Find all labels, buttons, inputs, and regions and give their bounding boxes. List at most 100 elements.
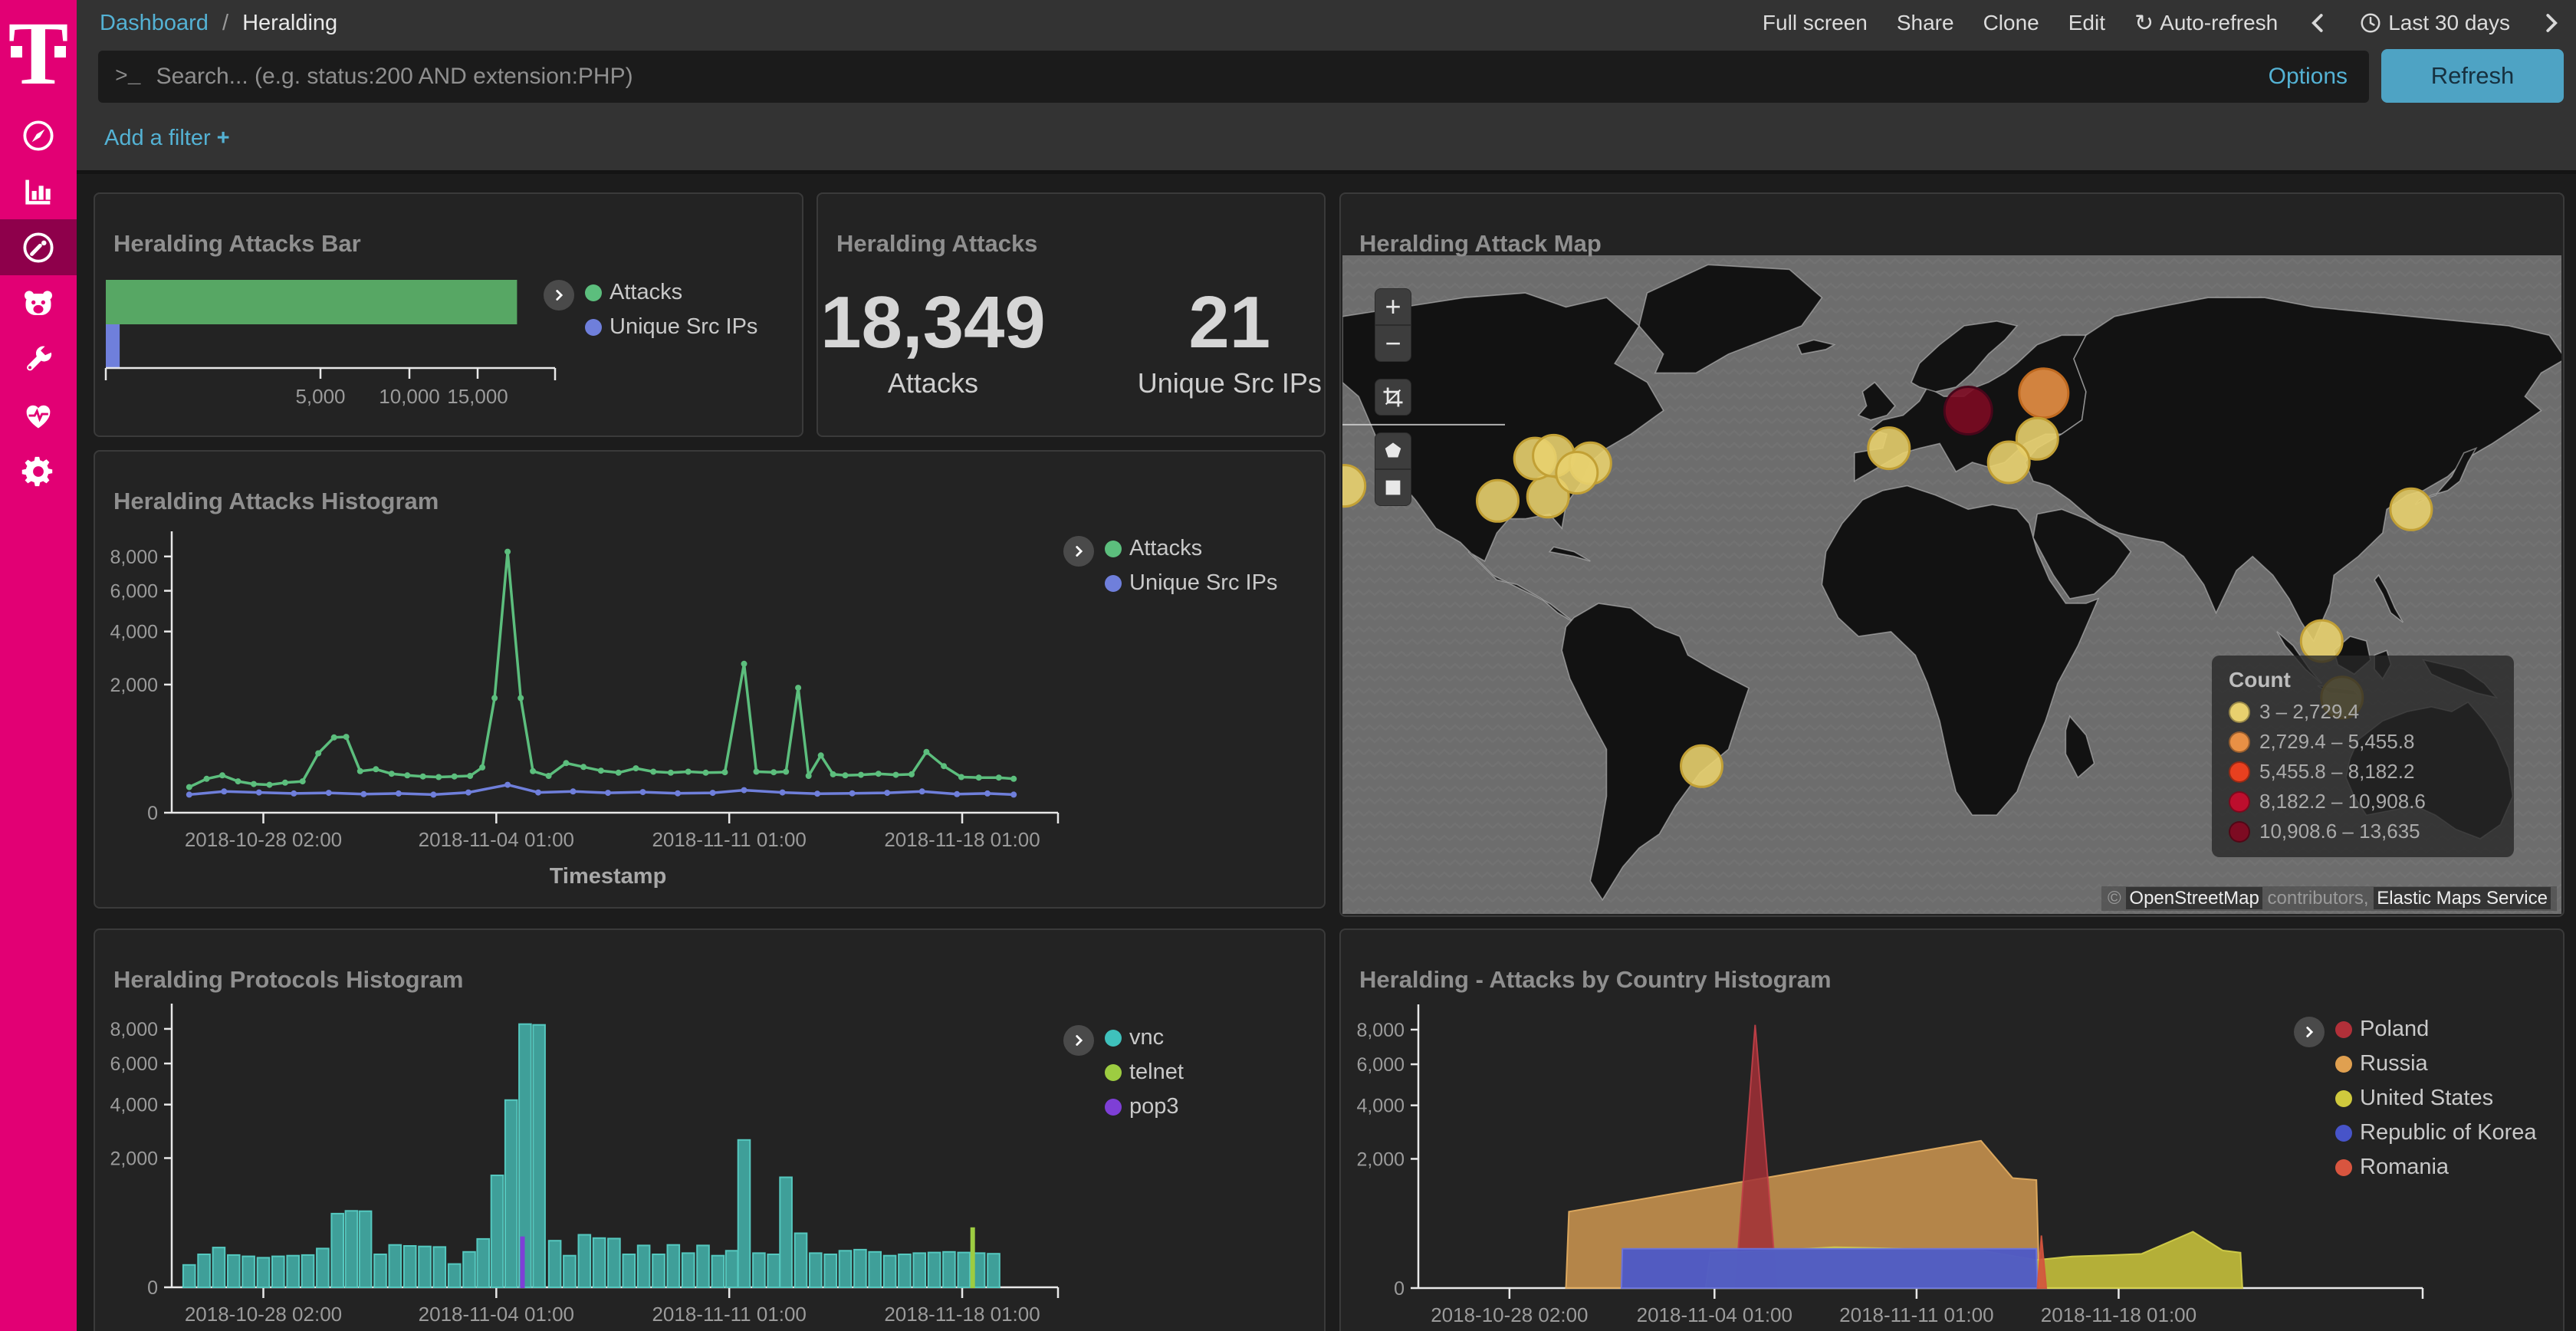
full-screen-button[interactable]: Full screen [1763, 11, 1868, 35]
legend-item-pop3[interactable]: pop3 [1105, 1094, 1184, 1119]
legend-color-dot [2335, 1159, 2352, 1176]
legend-item-attacks[interactable]: Attacks [1105, 536, 1277, 561]
auto-refresh-button[interactable]: ↻Auto-refresh [2134, 10, 2278, 37]
breadcrumb-dashboard-link[interactable]: Dashboard [100, 11, 209, 35]
add-filter-link[interactable]: Add a filter+ [104, 126, 230, 151]
metric-attacks: 18,349Attacks [820, 286, 1046, 399]
map-legend-item: 5,455.8 – 8,182.2 [2229, 760, 2497, 784]
search-options-link[interactable]: Options [2269, 64, 2348, 90]
legend-toggle-chevron-icon[interactable] [2294, 1017, 2325, 1047]
map-legend-range-label: 5,455.8 – 8,182.2 [2259, 760, 2414, 784]
legend-item-unique-src-ips[interactable]: Unique Src IPs [1105, 570, 1277, 596]
attribution-contributors: contributors, [2262, 888, 2374, 909]
chevron-right-icon [2539, 12, 2562, 35]
legend-item-unique-src-ips[interactable]: Unique Src IPs [585, 314, 757, 340]
legend-toggle-chevron-icon[interactable] [544, 280, 574, 311]
legend-label: vnc [1129, 1025, 1164, 1050]
map-draw-rectangle-button[interactable] [1375, 469, 1411, 506]
legend-item-romania[interactable]: Romania [2335, 1155, 2537, 1180]
map-legend-dot [2229, 761, 2250, 783]
svg-text:4,000: 4,000 [1356, 1096, 1405, 1117]
metric-label: Attacks [820, 367, 1046, 399]
map-legend-dot [2229, 821, 2250, 843]
sidebar-item-visualize[interactable] [0, 163, 77, 219]
sidebar-item-discover[interactable] [0, 107, 77, 163]
legend-label: Poland [2360, 1017, 2429, 1042]
legend-label: United States [2360, 1086, 2493, 1111]
legend-color-dot [2335, 1021, 2352, 1038]
legend-attacks-bar: Attacks Unique Src IPs [544, 280, 757, 340]
time-range-picker[interactable]: Last 30 days [2359, 11, 2510, 35]
legend-attacks-histogram: Attacks Unique Src IPs [1063, 536, 1277, 596]
attribution-ems-link[interactable]: Elastic Maps Service [2374, 887, 2551, 909]
legend-item-vnc[interactable]: vnc [1105, 1025, 1184, 1050]
legend-label: pop3 [1129, 1094, 1179, 1119]
sidebar-items [0, 107, 77, 499]
legend-item-republic-of-korea[interactable]: Republic of Korea [2335, 1120, 2537, 1145]
svg-text:0: 0 [147, 1277, 158, 1299]
attacks-histogram-chart[interactable]: 8,0006,0004,0002,00002018-10-28 02:00201… [95, 452, 1324, 907]
svg-text:2,000: 2,000 [110, 1148, 158, 1169]
add-filter-label: Add a filter [104, 126, 211, 150]
time-back-button[interactable] [2307, 12, 2330, 35]
legend-protocols-histogram: vnc telnet pop3 [1063, 1025, 1184, 1119]
search-row: >_ Options Refresh [77, 46, 2576, 109]
legend-color-dot [1105, 541, 1122, 557]
gauge-icon [21, 230, 56, 265]
svg-text:10,000: 10,000 [379, 385, 440, 408]
share-button[interactable]: Share [1897, 11, 1954, 35]
sidebar-item-dev-tools[interactable] [0, 331, 77, 387]
legend-color-dot [1105, 575, 1122, 592]
svg-text:2,000: 2,000 [1356, 1149, 1405, 1170]
map-fit-bounds-button[interactable] [1375, 379, 1411, 416]
map-count-legend: Count 3 – 2,729.42,729.4 – 5,455.85,455.… [2212, 656, 2514, 857]
svg-text:2018-11-11 01:00: 2018-11-11 01:00 [1839, 1303, 1993, 1326]
legend-color-dot [1105, 1099, 1122, 1116]
legend-label: Republic of Korea [2360, 1120, 2537, 1145]
svg-text:2018-11-18 01:00: 2018-11-18 01:00 [2041, 1303, 2196, 1326]
legend-item-telnet[interactable]: telnet [1105, 1060, 1184, 1085]
map-zoom-in-button[interactable]: + [1375, 288, 1411, 325]
attribution-osm-link[interactable]: OpenStreetMap [2126, 887, 2262, 909]
svg-text:5,000: 5,000 [295, 385, 345, 408]
map-legend-title: Count [2229, 668, 2497, 692]
svg-text:2018-11-04 01:00: 2018-11-04 01:00 [419, 1303, 574, 1326]
t-logo-dot-left [11, 46, 22, 58]
heartbeat-icon [21, 398, 56, 433]
refresh-button[interactable]: Refresh [2381, 49, 2564, 103]
sidebar-item-monitoring[interactable] [0, 387, 77, 443]
refresh-cycle-icon: ↻ [2134, 10, 2154, 37]
edit-button[interactable]: Edit [2068, 11, 2105, 35]
legend-label: Unique Src IPs [610, 314, 757, 340]
search-input[interactable] [155, 63, 2269, 90]
legend-toggle-chevron-icon[interactable] [1063, 536, 1094, 567]
legend-label: Russia [2360, 1051, 2428, 1076]
time-forward-button[interactable] [2539, 12, 2562, 35]
map-zoom-out-button[interactable]: − [1375, 325, 1411, 362]
map-draw-polygon-button[interactable] [1375, 432, 1411, 469]
search-prompt-icon: >_ [115, 65, 141, 89]
breadcrumb-current: Heralding [242, 11, 337, 35]
panel-country-histogram: Heralding - Attacks by Country Histogram… [1339, 928, 2564, 1331]
sidebar-item-honeypot[interactable] [0, 275, 77, 331]
legend-color-dot [2335, 1090, 2352, 1107]
legend-item-poland[interactable]: Poland [2335, 1017, 2537, 1042]
sidebar-item-management[interactable] [0, 443, 77, 499]
attack-map[interactable]: + − Count 3 – 2,729.42,729.4 – 5,455.85,… [1342, 255, 2561, 914]
svg-text:0: 0 [1394, 1278, 1405, 1300]
map-legend-dot [2229, 731, 2250, 753]
legend-item-attacks[interactable]: Attacks [585, 280, 757, 305]
sidebar-item-dashboard[interactable] [0, 219, 77, 275]
panel-protocols-histogram: Heralding Protocols Histogram 8,0006,000… [94, 928, 1326, 1331]
svg-text:2018-11-11 01:00: 2018-11-11 01:00 [652, 828, 806, 851]
bar-chart-icon [21, 174, 56, 209]
clone-button[interactable]: Clone [1983, 11, 2039, 35]
legend-item-russia[interactable]: Russia [2335, 1051, 2537, 1076]
chevron-left-icon [2307, 12, 2330, 35]
svg-text:8,000: 8,000 [1356, 1020, 1405, 1041]
svg-text:2018-11-18 01:00: 2018-11-18 01:00 [884, 828, 1040, 851]
legend-toggle-chevron-icon[interactable] [1063, 1025, 1094, 1056]
svg-text:2018-11-18 01:00: 2018-11-18 01:00 [884, 1303, 1040, 1326]
legend-item-united-states[interactable]: United States [2335, 1086, 2537, 1111]
metric-group: 18,349Attacks21Unique Src IPs [818, 286, 1324, 399]
